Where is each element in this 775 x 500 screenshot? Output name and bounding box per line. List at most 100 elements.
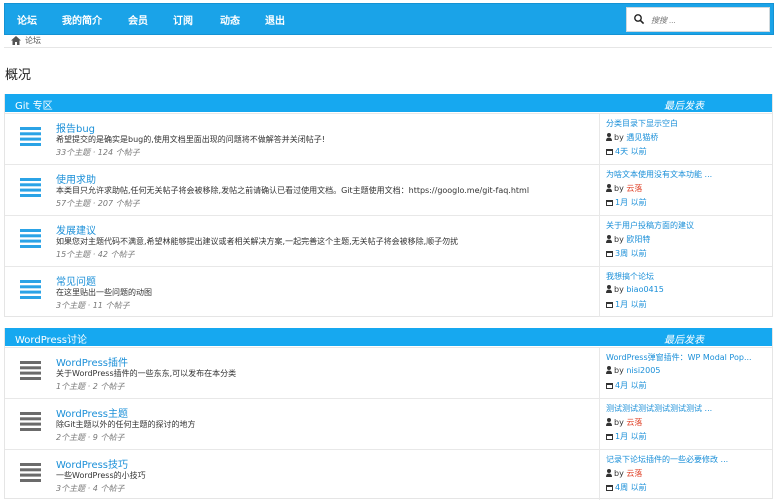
last-post-link[interactable]: 为啥文本使用没有文本功能 ...	[606, 169, 712, 180]
last-post-header: 最后发表	[664, 335, 704, 346]
breadcrumb-forum-link[interactable]: 论坛	[25, 35, 41, 46]
nav-members[interactable]: 会员	[128, 12, 148, 27]
forum-description: 关于WordPress插件的一些东东,可以发布在本分类	[56, 369, 237, 378]
breadcrumb-divider	[4, 47, 772, 48]
time-ago[interactable]: 4天 以前	[615, 147, 647, 156]
last-post-time[interactable]: 4周 以前	[606, 482, 647, 493]
calendar-icon	[606, 149, 613, 155]
user-icon	[606, 235, 612, 243]
last-post-author: by 欧阳特	[606, 234, 650, 245]
by-label: by	[614, 366, 624, 375]
author-link[interactable]: 云落	[626, 418, 642, 427]
time-ago[interactable]: 1月 以前	[615, 300, 647, 309]
calendar-icon	[606, 434, 613, 440]
author-link[interactable]: 云落	[626, 184, 642, 193]
forum-row: 报告bug 希望提交的是确实是bug的,使用文档里面出现的问题将不做解答并关闭帖…	[5, 113, 772, 164]
user-icon	[606, 285, 612, 293]
last-post-time[interactable]: 1月 以前	[606, 431, 647, 442]
calendar-icon	[606, 383, 613, 389]
last-post-link[interactable]: 我想搞个论坛	[606, 271, 654, 282]
nav-profile[interactable]: 我的简介	[62, 12, 102, 27]
forum-row: 常见问题 在这里贴出一些问题的动图 3个主题 · 11 个帖子 我想搞个论坛 b…	[5, 266, 772, 317]
last-post-time[interactable]: 1月 以前	[606, 197, 647, 208]
column-divider	[599, 114, 600, 164]
last-post-time[interactable]: 4月 以前	[606, 380, 647, 391]
search-icon[interactable]	[633, 13, 645, 25]
forum-stats: 3个主题 · 11 个帖子	[56, 301, 130, 310]
home-icon[interactable]	[11, 36, 21, 45]
forum-row: WordPress插件 关于WordPress插件的一些东东,可以发布在本分类 …	[5, 347, 772, 398]
forum-stats: 15个主题 · 42 个帖子	[56, 250, 135, 259]
forum-title-link[interactable]: 使用求助	[56, 171, 96, 186]
last-post-time[interactable]: 1月 以前	[606, 299, 647, 310]
forum-stats: 57个主题 · 207 个帖子	[56, 199, 140, 208]
time-ago[interactable]: 4月 以前	[615, 381, 647, 390]
user-icon	[606, 418, 612, 426]
by-label: by	[614, 184, 624, 193]
column-divider	[599, 348, 600, 398]
forum-title-link[interactable]: WordPress主题	[56, 405, 128, 420]
forum-title-link[interactable]: 报告bug	[56, 120, 95, 135]
time-ago[interactable]: 1月 以前	[615, 432, 647, 441]
calendar-icon	[606, 200, 613, 206]
forum-row: WordPress技巧 一些WordPress的小技巧 3个主题 · 4 个帖子…	[5, 449, 772, 500]
by-label: by	[614, 235, 624, 244]
time-ago[interactable]: 1月 以前	[615, 198, 647, 207]
search-input[interactable]	[649, 12, 765, 28]
nav-logout[interactable]: 退出	[265, 12, 285, 27]
forum-row: 使用求助 本类目只允许求助帖,任何无关帖子将会被移除,发帖之前请确认已看过使用文…	[5, 164, 772, 215]
last-post-link[interactable]: 分类目录下显示空白	[606, 118, 678, 129]
user-icon	[606, 133, 612, 141]
nav-subscriptions[interactable]: 订阅	[173, 12, 193, 27]
forum-description: 除Git主题以外的任何主题的探讨的地方	[56, 420, 196, 429]
time-ago[interactable]: 3周 以前	[615, 249, 647, 258]
forum-description: 如果您对主题代码不满意,希望林能够提出建议或者相关解决方案,一起完善这个主题,无…	[56, 237, 459, 246]
forum-title-link[interactable]: 常见问题	[56, 273, 96, 288]
forum-title-link[interactable]: WordPress插件	[56, 354, 128, 369]
search-box[interactable]	[626, 7, 770, 32]
forum-list-icon	[20, 127, 41, 146]
section-git: Git 专区 最后发表 报告bug 希望提交的是确实是bug的,使用文档里面出现…	[4, 94, 773, 317]
section-title[interactable]: Git 专区	[15, 97, 53, 112]
forum-title-link[interactable]: 发展建议	[56, 222, 96, 237]
forum-stats: 1个主题 · 2 个帖子	[56, 382, 125, 391]
last-post-link[interactable]: WordPress弹窗插件：WP Modal Pop...	[606, 352, 752, 363]
last-post-author: by biao0415	[606, 285, 664, 294]
author-link[interactable]: 欧阳特	[626, 235, 650, 244]
nav-forum[interactable]: 论坛	[17, 12, 37, 27]
forum-row: 发展建议 如果您对主题代码不满意,希望林能够提出建议或者相关解决方案,一起完善这…	[5, 215, 772, 266]
nav-activity[interactable]: 动态	[220, 12, 240, 27]
forum-description: 希望提交的是确实是bug的,使用文档里面出现的问题将不做解答并关闭帖子!	[56, 135, 325, 144]
last-post-link[interactable]: 关于用户投稿方面的建议	[606, 220, 694, 231]
forum-stats: 2个主题 · 9 个帖子	[56, 433, 125, 442]
last-post-header: 最后发表	[664, 101, 704, 112]
forum-list-icon	[20, 463, 41, 482]
last-post-time[interactable]: 3周 以前	[606, 248, 647, 259]
forum-description: 一些WordPress的小技巧	[56, 471, 146, 480]
time-ago[interactable]: 4周 以前	[615, 483, 647, 492]
author-link[interactable]: 遇见猫桥	[626, 133, 658, 142]
forum-stats: 33个主题 · 124 个帖子	[56, 148, 140, 157]
forum-list-icon	[20, 229, 41, 248]
last-post-author: by 云落	[606, 183, 642, 194]
by-label: by	[614, 133, 624, 142]
column-divider	[599, 399, 600, 449]
top-navbar: 论坛 我的简介 会员 订阅 动态 退出	[4, 3, 774, 35]
author-link[interactable]: biao0415	[626, 285, 663, 294]
forum-list-icon	[20, 280, 41, 299]
last-post-link[interactable]: 测试测试测试测试测试测试 ...	[606, 403, 712, 414]
author-link[interactable]: 云落	[626, 469, 642, 478]
last-post-link[interactable]: 记录下论坛插件的一些必要修改 ...	[606, 454, 728, 465]
column-divider	[599, 267, 600, 317]
author-link[interactable]: nisi2005	[626, 366, 660, 375]
last-post-author: by 遇见猫桥	[606, 132, 658, 143]
section-header: WordPress讨论 最后发表	[5, 328, 772, 346]
forum-description: 在这里贴出一些问题的动图	[56, 288, 152, 297]
forum-title-link[interactable]: WordPress技巧	[56, 456, 128, 471]
user-icon	[606, 184, 612, 192]
column-divider	[599, 165, 600, 215]
last-post-author: by 云落	[606, 468, 642, 479]
last-post-time[interactable]: 4天 以前	[606, 146, 647, 157]
section-title[interactable]: WordPress讨论	[15, 331, 87, 346]
by-label: by	[614, 285, 624, 294]
